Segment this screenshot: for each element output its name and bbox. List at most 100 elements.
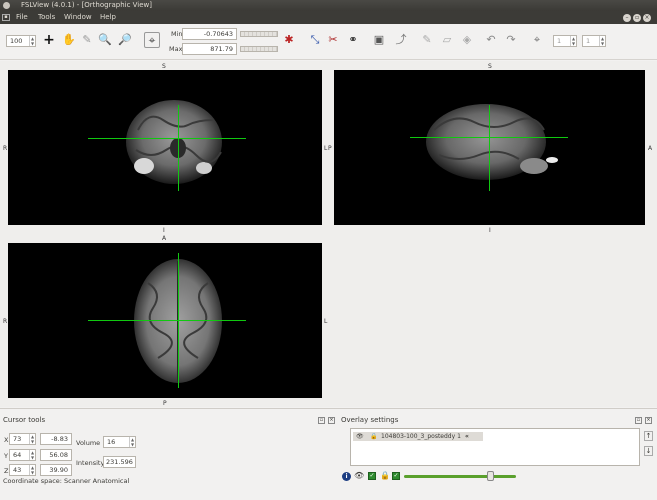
redo-icon[interactable]: ↷ [504, 33, 518, 47]
visibility-eye-icon[interactable]: 👁 [354, 471, 364, 480]
fill-icon[interactable]: ◈ [460, 33, 474, 47]
menu-tools[interactable]: Tools [38, 11, 55, 24]
orthographic-view: S R L I S P A I A R L P [0, 61, 657, 407]
draw-icon[interactable]: ✎ [420, 33, 434, 47]
axial-left-label: R [3, 318, 8, 325]
coronal-top-label: S [162, 63, 166, 70]
axial-viewport[interactable] [8, 243, 322, 398]
flip-icon[interactable]: ⤴ [394, 33, 408, 47]
spin-arrows-icon[interactable]: ▲ ▼ [599, 36, 605, 46]
x-label: X [4, 436, 9, 444]
close-icon[interactable]: × [643, 14, 651, 22]
y-mm-field[interactable]: 56.08 [40, 449, 72, 461]
hand-icon[interactable]: ✋ [62, 33, 76, 47]
volume-spinbox[interactable]: 16 ▲ ▼ [103, 436, 136, 448]
close-panel-icon[interactable]: × [328, 417, 335, 424]
axial-top-label: A [162, 235, 167, 242]
z-mm-field[interactable]: 39.90 [40, 464, 72, 476]
sagittal-viewport[interactable] [334, 70, 645, 225]
zoom-in-icon[interactable]: 🔍 [98, 33, 112, 47]
crosshair-vertical [489, 105, 490, 191]
menu-help[interactable]: Help [100, 11, 116, 24]
menu-bar: ▪ File Tools Window Help – ▫ × [0, 11, 657, 24]
coronal-bottom-label: I [163, 227, 165, 234]
spin-arrows-icon[interactable]: ▲ ▼ [29, 450, 35, 460]
spin-arrows-icon[interactable]: ▲ ▼ [29, 434, 35, 444]
undo-icon[interactable]: ↶ [484, 33, 498, 47]
coronal-right-label: L [324, 145, 328, 152]
crosshair-vertical [178, 253, 179, 388]
spin-arrows-icon[interactable]: ▲ ▼ [29, 36, 35, 46]
cursor-target-icon[interactable]: ⌖ [144, 32, 160, 48]
opacity-slider-track[interactable] [404, 475, 516, 478]
overlay-layer-list[interactable]: 👁 🔒 104803-100_3_posteddy 1 « [350, 428, 640, 466]
z-voxel-spinbox[interactable]: 43 ▲ ▼ [9, 464, 36, 476]
binoculars-icon[interactable]: ⚭ [346, 33, 360, 47]
pencil-icon[interactable]: ✎ [80, 33, 94, 47]
x-mm-field[interactable]: -8.83 [40, 433, 72, 445]
axial-bottom-label: P [163, 400, 167, 407]
overlay-settings-title: Overlay settings [341, 416, 399, 424]
spinbox-2[interactable]: 1 ▲ ▼ [582, 35, 606, 47]
zoom-value: 100 [10, 37, 23, 45]
layer-collapse-icon[interactable]: « [465, 432, 469, 441]
zoom-spinbox[interactable]: 100 ▲ ▼ [6, 35, 36, 47]
max-field[interactable]: 871.79 [182, 43, 237, 55]
opacity-slider-handle[interactable] [487, 471, 495, 481]
spin-arrows-icon[interactable]: ▲ ▼ [570, 36, 576, 46]
y-label: Y [4, 452, 8, 460]
min-label: Min [171, 30, 183, 38]
min-slider[interactable] [240, 31, 278, 37]
sagittal-right-label: A [648, 145, 653, 152]
float-panel-icon[interactable]: ▫ [318, 417, 325, 424]
spin-arrows-icon[interactable]: ▲ ▼ [29, 465, 35, 475]
info-icon[interactable]: i [342, 472, 351, 481]
visible-checkbox[interactable]: ✓ [368, 472, 376, 480]
colorbar-icon[interactable]: ✱ [282, 33, 296, 47]
spinbox-1[interactable]: 1 ▲ ▼ [553, 35, 577, 47]
min-field[interactable]: -0.70643 [182, 28, 237, 40]
volume-label: Volume [76, 439, 101, 447]
eraser-icon[interactable]: ▱ [440, 33, 454, 47]
max-label: Max [169, 45, 183, 53]
coordinate-space-label: Coordinate space: Scanner Anatomical [3, 477, 130, 485]
menu-window[interactable]: Window [64, 11, 92, 24]
crosshair-icon[interactable]: ⌖ [530, 33, 544, 47]
crosshair-vertical [178, 105, 179, 191]
close-panel-icon[interactable]: × [645, 417, 652, 424]
window-title: FSLView (4.0.1) - [Orthographic View] [21, 1, 152, 9]
lock-checkbox[interactable]: ✓ [392, 472, 400, 480]
coronal-viewport[interactable] [8, 70, 322, 225]
volume-value: 16 [107, 438, 116, 446]
lock-icon[interactable]: 🔒 [380, 471, 390, 480]
x-voxel-spinbox[interactable]: 73 ▲ ▼ [9, 433, 36, 445]
move-down-icon[interactable]: ↓ [644, 446, 653, 456]
intensity-label: Intensity [76, 459, 105, 467]
spinbox-2-value: 1 [586, 37, 591, 45]
max-slider[interactable] [240, 46, 278, 52]
crosshair-plus-icon[interactable]: + [42, 33, 56, 47]
restore-icon[interactable]: ▫ [633, 14, 641, 22]
spinbox-1-value: 1 [557, 37, 562, 45]
float-panel-icon[interactable]: ▫ [635, 417, 642, 424]
z-voxel-value: 43 [13, 466, 22, 474]
x-voxel-value: 73 [13, 435, 22, 443]
move-up-icon[interactable]: ↑ [644, 431, 653, 441]
coronal-left-label: R [3, 145, 8, 152]
crosshair-horizontal [88, 320, 246, 321]
mask-icon[interactable]: ✂ [326, 33, 340, 47]
zoom-out-icon[interactable]: 🔎 [118, 33, 132, 47]
overlay-layer-row[interactable]: 👁 🔒 104803-100_3_posteddy 1 « [353, 432, 483, 441]
save-icon[interactable]: ▣ [372, 33, 386, 47]
spin-arrows-icon[interactable]: ▲ ▼ [129, 437, 135, 447]
menu-file[interactable]: File [16, 11, 28, 24]
axes-icon[interactable]: ⤡ [308, 33, 322, 47]
minimize-icon[interactable]: – [623, 14, 631, 22]
y-voxel-spinbox[interactable]: 64 ▲ ▼ [9, 449, 36, 461]
sagittal-bottom-label: I [489, 227, 491, 234]
lock-icon[interactable]: 🔒 [370, 432, 377, 441]
visibility-eye-icon[interactable]: 👁 [356, 432, 364, 441]
z-label: Z [4, 467, 9, 475]
system-menu-icon[interactable]: ▪ [2, 14, 10, 21]
sagittal-left-label: P [328, 145, 332, 152]
